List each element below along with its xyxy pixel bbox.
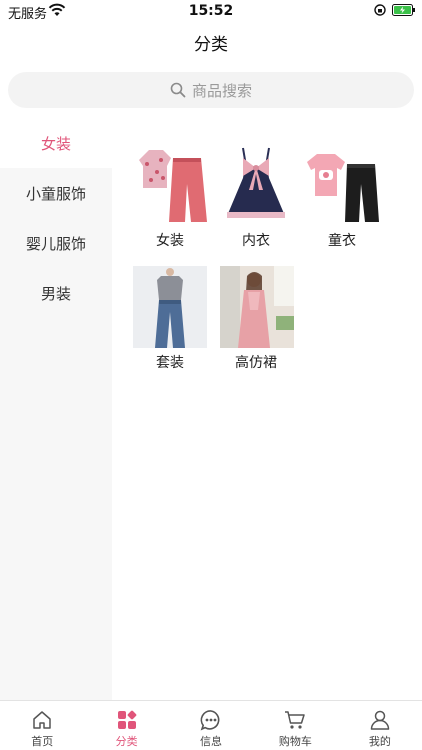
sidebar-item-label: 小童服饰	[25, 184, 86, 203]
tab-label: 我的	[368, 735, 391, 748]
sidebar-item-label: 男装	[40, 284, 71, 303]
sidebar-item-label: 女装	[40, 134, 71, 153]
category-icon	[117, 710, 136, 729]
category-label: 内衣	[242, 233, 270, 249]
category-item-underwear[interactable]: 内衣	[214, 144, 298, 250]
sidebar-item-label: 婴儿服饰	[25, 234, 86, 253]
category-item-kidswear[interactable]: 童衣	[300, 144, 384, 250]
woman-in-pink-dress-image	[220, 266, 294, 348]
category-label: 童衣	[328, 233, 356, 249]
jeans-and-top-image	[133, 266, 207, 348]
tab-label: 购物车	[278, 735, 312, 748]
sidebar-item-baby[interactable]: 婴儿服饰	[0, 218, 112, 268]
floral-top-and-pants-image	[133, 144, 207, 226]
tab-label: 信息	[200, 735, 223, 748]
sidebar-item-womens[interactable]: 女装	[0, 118, 112, 168]
battery-icon	[392, 4, 415, 16]
category-label: 高仿裙	[235, 355, 277, 371]
navy-dress-with-bow-image	[219, 144, 293, 226]
bottom-tab-bar: 首页 分类 信息 购物车 我的	[0, 700, 422, 750]
search-placeholder: 商品搜索	[191, 81, 252, 100]
page-title: 分类	[194, 35, 228, 55]
search-icon	[170, 82, 186, 98]
tab-cart[interactable]: 购物车	[253, 701, 337, 750]
cart-icon	[285, 711, 306, 729]
clock: 15:52	[188, 3, 234, 19]
tab-messages[interactable]: 信息	[169, 701, 253, 750]
category-sidebar: 女装 小童服饰 婴儿服饰 男装	[0, 118, 112, 700]
category-label: 套装	[156, 355, 184, 371]
sidebar-item-mens[interactable]: 男装	[0, 268, 112, 318]
tab-category[interactable]: 分类	[84, 701, 168, 750]
message-icon	[200, 710, 220, 731]
search-input[interactable]: 商品搜索	[8, 72, 414, 108]
category-item-womens[interactable]: 女装	[128, 144, 212, 250]
tab-profile[interactable]: 我的	[338, 701, 422, 750]
category-item-premium-dress[interactable]: 高仿裙	[214, 266, 298, 372]
rotation-lock-icon	[374, 4, 386, 16]
sidebar-item-kids[interactable]: 小童服饰	[0, 168, 112, 218]
profile-icon	[370, 710, 390, 730]
category-label: 女装	[156, 233, 184, 249]
tab-label: 分类	[115, 735, 138, 748]
category-item-sets[interactable]: 套装	[128, 266, 212, 372]
pink-shirt-black-pants-image	[305, 144, 379, 226]
tab-home[interactable]: 首页	[0, 701, 84, 750]
tab-label: 首页	[31, 735, 54, 748]
home-icon	[33, 711, 51, 729]
category-grid: 女装 内衣 童衣 套装 高仿裙	[112, 118, 422, 700]
status-bar: 无服务 15:52	[0, 0, 422, 22]
